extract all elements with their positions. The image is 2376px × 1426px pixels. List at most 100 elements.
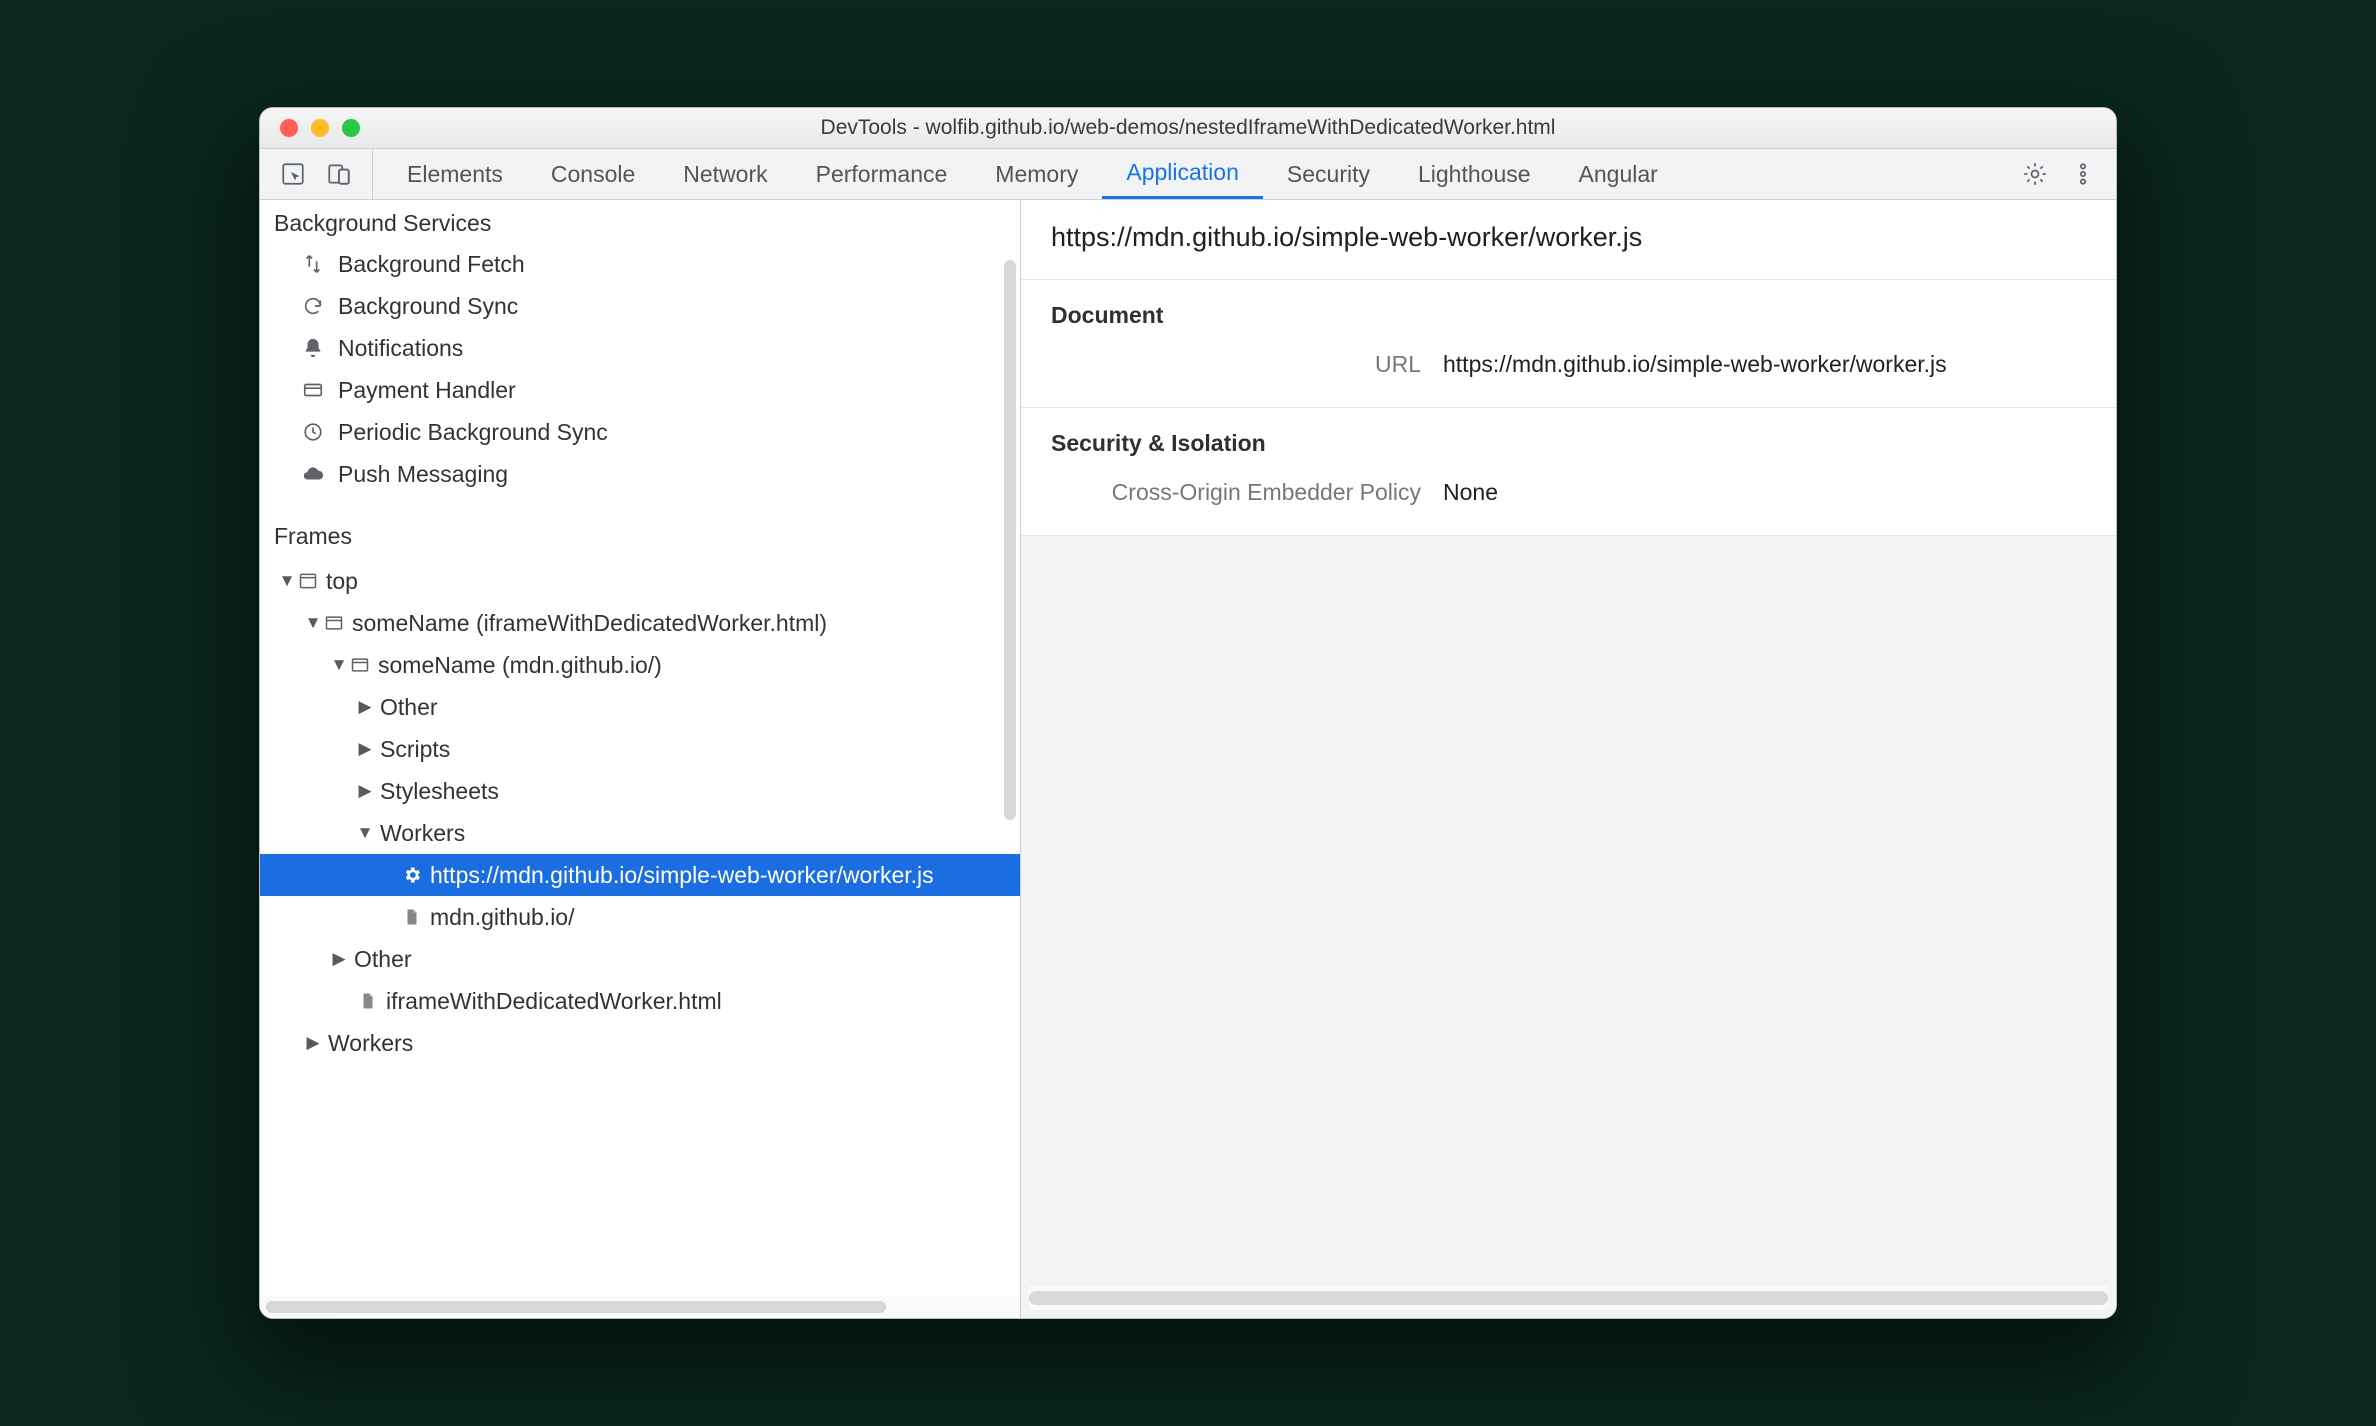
tab-network[interactable]: Network <box>659 149 791 199</box>
tree-item-frame[interactable]: someName (mdn.github.io/) <box>260 644 1020 686</box>
updown-icon <box>300 253 326 275</box>
tree-item-other[interactable]: Other <box>260 938 1020 980</box>
coep-label: Cross-Origin Embedder Policy <box>1051 475 1443 509</box>
coep-row: Cross-Origin Embedder Policy None <box>1051 475 2086 509</box>
frame-icon <box>322 613 346 633</box>
tab-performance[interactable]: Performance <box>792 149 972 199</box>
disclosure-triangle-icon[interactable] <box>330 655 348 675</box>
tree-item-document[interactable]: mdn.github.io/ <box>260 896 1020 938</box>
tree-label: Other <box>348 946 412 973</box>
frames-tree: top someName (iframeWithDedicatedWorker.… <box>260 556 1020 1064</box>
tree-label: iframeWithDedicatedWorker.html <box>380 988 722 1015</box>
sidebar-item-label: Notifications <box>338 335 463 362</box>
sync-icon <box>300 295 326 317</box>
window-titlebar: DevTools - wolfib.github.io/web-demos/ne… <box>260 108 2116 149</box>
sidebar-item-label: Background Fetch <box>338 251 525 278</box>
gear-icon <box>400 865 424 885</box>
tree-item-scripts[interactable]: Scripts <box>260 728 1020 770</box>
background-services-header: Background Services <box>260 200 1020 243</box>
disclosure-triangle-icon[interactable] <box>356 739 374 759</box>
devtools-tabbar: ElementsConsoleNetworkPerformanceMemoryA… <box>260 149 2116 200</box>
tab-angular[interactable]: Angular <box>1555 149 1682 199</box>
card-icon <box>300 379 326 401</box>
detail-heading: https://mdn.github.io/simple-web-worker/… <box>1021 200 2116 280</box>
tree-item-worker-selected[interactable]: https://mdn.github.io/simple-web-worker/… <box>260 854 1020 896</box>
tree-item-other[interactable]: Other <box>260 686 1020 728</box>
sidebar-item-label: Periodic Background Sync <box>338 419 608 446</box>
frame-detail-panel: https://mdn.github.io/simple-web-worker/… <box>1021 200 2116 1318</box>
disclosure-triangle-icon[interactable] <box>356 823 374 843</box>
sidebar-item-background-sync[interactable]: Background Sync <box>260 285 1020 327</box>
sidebar-item-notifications[interactable]: Notifications <box>260 327 1020 369</box>
panel-tabs: ElementsConsoleNetworkPerformanceMemoryA… <box>373 149 2002 199</box>
tree-label: someName (mdn.github.io/) <box>372 652 662 679</box>
bell-icon <box>300 337 326 359</box>
tree-label: Scripts <box>374 736 450 763</box>
coep-value: None <box>1443 475 1498 509</box>
window-title: DevTools - wolfib.github.io/web-demos/ne… <box>260 116 2116 140</box>
minimize-window-button[interactable] <box>311 119 329 137</box>
frame-icon <box>348 655 372 675</box>
gear-icon[interactable] <box>2022 161 2048 187</box>
sidebar-item-payment-handler[interactable]: Payment Handler <box>260 369 1020 411</box>
tree-item-stylesheets[interactable]: Stylesheets <box>260 770 1020 812</box>
sidebar-horizontal-scrollbar[interactable] <box>260 1296 1020 1318</box>
tab-security[interactable]: Security <box>1263 149 1394 199</box>
tree-label: Workers <box>374 820 465 847</box>
document-icon <box>356 991 380 1011</box>
tree-item-top[interactable]: top <box>260 560 1020 602</box>
tab-lighthouse[interactable]: Lighthouse <box>1394 149 1555 199</box>
sidebar-vertical-scrollbar[interactable] <box>1004 200 1018 820</box>
inspect-toolbar <box>260 149 373 199</box>
tree-label: Stylesheets <box>374 778 499 805</box>
inspect-icon[interactable] <box>280 161 306 187</box>
traffic-lights <box>260 119 360 137</box>
security-section: Security & Isolation Cross-Origin Embedd… <box>1021 408 2116 536</box>
disclosure-triangle-icon[interactable] <box>330 949 348 969</box>
disclosure-triangle-icon[interactable] <box>356 697 374 717</box>
sidebar-item-periodic-background-sync[interactable]: Periodic Background Sync <box>260 411 1020 453</box>
sidebar-item-push-messaging[interactable]: Push Messaging <box>260 453 1020 495</box>
tree-label: someName (iframeWithDedicatedWorker.html… <box>346 610 827 637</box>
tree-label: Workers <box>322 1030 413 1057</box>
sidebar-item-label: Payment Handler <box>338 377 516 404</box>
url-label: URL <box>1051 347 1443 381</box>
document-url-row: URL https://mdn.github.io/simple-web-wor… <box>1051 347 2086 381</box>
kebab-icon[interactable] <box>2070 161 2096 187</box>
tree-item-document[interactable]: iframeWithDedicatedWorker.html <box>260 980 1020 1022</box>
url-value: https://mdn.github.io/simple-web-worker/… <box>1443 347 1947 381</box>
disclosure-triangle-icon[interactable] <box>304 1033 322 1053</box>
sidebar-item-label: Background Sync <box>338 293 518 320</box>
tree-item-workers[interactable]: Workers <box>260 1022 1020 1064</box>
sidebar-item-background-fetch[interactable]: Background Fetch <box>260 243 1020 285</box>
security-section-title: Security & Isolation <box>1051 430 2086 457</box>
document-section-title: Document <box>1051 302 2086 329</box>
tab-application[interactable]: Application <box>1102 149 1263 199</box>
tab-memory[interactable]: Memory <box>971 149 1102 199</box>
disclosure-triangle-icon[interactable] <box>304 613 322 633</box>
cloud-icon <box>300 463 326 485</box>
window-icon <box>296 571 320 591</box>
close-window-button[interactable] <box>280 119 298 137</box>
document-icon <box>400 907 424 927</box>
disclosure-triangle-icon[interactable] <box>356 781 374 801</box>
frames-header: Frames <box>260 513 1020 556</box>
sidebar-item-label: Push Messaging <box>338 461 508 488</box>
document-section: Document URL https://mdn.github.io/simpl… <box>1021 280 2116 408</box>
tree-label: https://mdn.github.io/simple-web-worker/… <box>424 862 934 889</box>
tab-elements[interactable]: Elements <box>383 149 527 199</box>
tree-label: mdn.github.io/ <box>424 904 574 931</box>
tree-label: top <box>320 568 358 595</box>
clock-icon <box>300 421 326 443</box>
panel-body: Background Services Background Fetch Back… <box>260 200 2116 1318</box>
disclosure-triangle-icon[interactable] <box>278 571 296 591</box>
tree-label: Other <box>374 694 438 721</box>
detail-horizontal-scrollbar[interactable] <box>1029 1286 2108 1310</box>
tree-item-workers[interactable]: Workers <box>260 812 1020 854</box>
toolbar-right <box>2002 149 2116 199</box>
zoom-window-button[interactable] <box>342 119 360 137</box>
devtools-window: DevTools - wolfib.github.io/web-demos/ne… <box>259 107 2117 1319</box>
tree-item-frame[interactable]: someName (iframeWithDedicatedWorker.html… <box>260 602 1020 644</box>
tab-console[interactable]: Console <box>527 149 659 199</box>
device-toggle-icon[interactable] <box>326 161 352 187</box>
